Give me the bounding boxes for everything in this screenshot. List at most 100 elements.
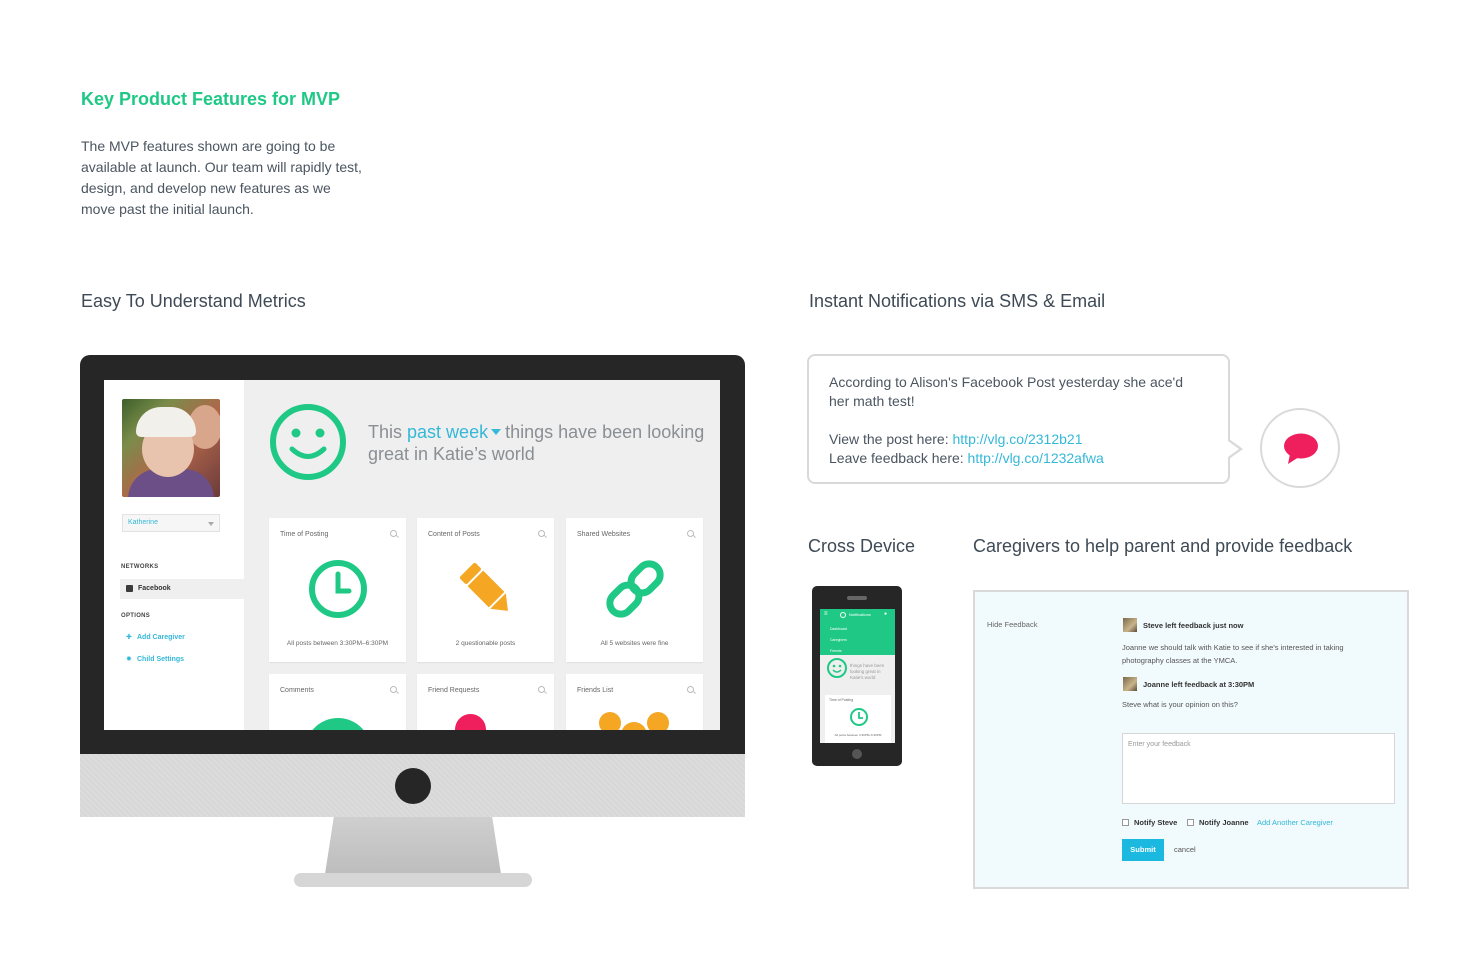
metric-card-friends-list[interactable]: Friends List (566, 674, 703, 730)
networks-label: NETWORKS (121, 564, 159, 570)
submit-button[interactable]: Submit (1122, 839, 1164, 861)
leave-feedback-label: Leave feedback here: (829, 450, 964, 466)
child-settings-label: Child Settings (137, 656, 185, 663)
card-footer: All posts between 3:30PM–6:30PM (286, 640, 389, 647)
avatar (1123, 618, 1137, 632)
notification-line-2: her math test! (829, 393, 915, 409)
zoom-icon[interactable] (538, 530, 545, 537)
feedback-1-body: Joanne we should talk with Katie to see … (1122, 643, 1344, 665)
child-select-value: Katherine (128, 519, 158, 526)
hide-feedback-toggle[interactable]: Hide Feedback (987, 620, 1037, 629)
notify-joanne-checkbox[interactable]: Notify Joanne (1187, 817, 1255, 827)
notification-line-1: According to Alison's Facebook Post yest… (829, 374, 1183, 390)
menu-icon[interactable]: ≡ (824, 611, 828, 617)
metric-card-comments[interactable]: Comments (269, 674, 406, 730)
card-title: Friend Requests (428, 687, 480, 694)
notification-feedback-row: Leave feedback here: http://vlg.co/1232a… (829, 449, 1104, 468)
zoom-icon[interactable] (538, 686, 545, 693)
zoom-icon[interactable] (687, 686, 694, 693)
add-caregiver-label: Add Caregiver (137, 634, 185, 641)
add-caregiver-link[interactable]: ✚ Add Caregiver (126, 633, 236, 645)
date-range-dropdown[interactable]: past week (407, 422, 505, 442)
card-footer: All posts between 3:30PM–6:30PM (834, 733, 882, 737)
mobile-phone-mockup: ≡ Notifications ● Dashboard Caregivers F… (812, 586, 902, 766)
section-title-metrics: Easy To Understand Metrics (81, 291, 306, 311)
smiley-icon (270, 404, 346, 480)
mobile-topbar-label: Notifications (849, 612, 871, 617)
metric-card-time-of-posting[interactable]: Time of Posting All posts between 3:30PM… (269, 518, 406, 662)
metric-card-content-of-posts[interactable]: Content of Posts 2 questionable posts (417, 518, 554, 662)
desktop-monitor-stand (325, 817, 501, 874)
chevron-down-icon (208, 522, 214, 526)
page-title: Key Product Features for MVP (81, 89, 341, 109)
mobile-headline: things have been looking great in Katie'… (850, 663, 885, 680)
smiley-icon (840, 612, 846, 618)
view-post-label: View the post here: (829, 431, 949, 447)
mobile-menu-item[interactable]: Caregivers (830, 638, 847, 642)
zoom-icon[interactable] (390, 686, 397, 693)
notify-steve-label: Notify Steve (1134, 818, 1178, 827)
feedback-2-body: Steve what is your opinion on this? (1122, 700, 1238, 709)
card-title: Content of Posts (428, 531, 480, 538)
link-icon (606, 560, 664, 618)
view-post-link[interactable]: http://vlg.co/2312b21 (953, 431, 1083, 447)
child-select[interactable]: Katherine (122, 514, 220, 532)
dashboard-screen: Katherine NETWORKS Facebook OPTIONS ✚ Ad… (104, 380, 720, 730)
card-footer: All 5 websites were fine (600, 640, 669, 647)
user-icon[interactable]: ● (884, 611, 887, 617)
section-title-caregivers: Caregivers to help parent and provide fe… (973, 536, 1353, 556)
child-avatar (122, 399, 220, 497)
chat-badge (1260, 408, 1340, 488)
mobile-screen: ≡ Notifications ● Dashboard Caregivers F… (820, 609, 895, 743)
checkbox[interactable] (1187, 819, 1194, 826)
plus-icon: ✚ (126, 634, 132, 641)
chat-bubble-icon (1284, 433, 1318, 464)
sidebar-item-label: Facebook (138, 585, 171, 592)
people-icon (599, 710, 671, 730)
sidebar-item-facebook[interactable]: Facebook (120, 579, 244, 599)
feedback-1-title: Steve left feedback just now (1143, 621, 1244, 630)
smiley-icon (305, 718, 371, 730)
gear-icon: ✹ (126, 656, 132, 663)
card-title: Friends List (577, 687, 614, 694)
clock-icon (850, 708, 868, 726)
clock-icon (309, 560, 367, 618)
facebook-icon (126, 585, 133, 592)
intro-paragraph: The MVP features shown are going to be a… (81, 138, 362, 217)
mobile-menu-item[interactable]: Friends (830, 649, 842, 653)
avatar (1123, 677, 1137, 691)
card-footer: 2 questionable posts (455, 640, 516, 647)
notification-view-row: View the post here: http://vlg.co/2312b2… (829, 430, 1083, 449)
dot-icon (455, 714, 486, 730)
apple-logo-icon (395, 768, 431, 804)
card-title: Time of Posting (280, 531, 329, 538)
mobile-topbar: ≡ Notifications ● (820, 609, 895, 622)
feedback-placeholder: Enter your feedback (1128, 741, 1191, 748)
card-title: Time of Posting (829, 698, 854, 702)
date-range-label: past week (407, 422, 489, 442)
smiley-icon (827, 658, 847, 678)
headline-prefix: This (368, 422, 403, 442)
zoom-icon[interactable] (687, 530, 694, 537)
caret-down-icon (491, 428, 502, 435)
checkbox[interactable] (1122, 819, 1129, 826)
add-another-caregiver-link[interactable]: Add Another Caregiver (1257, 818, 1333, 827)
cancel-link[interactable]: cancel (1174, 845, 1196, 854)
child-settings-link[interactable]: ✹ Child Settings (126, 655, 236, 667)
desktop-monitor-base (294, 873, 532, 887)
leave-feedback-link[interactable]: http://vlg.co/1232afwa (968, 450, 1104, 466)
zoom-icon[interactable] (390, 530, 397, 537)
section-title-cross-device: Cross Device (808, 536, 916, 556)
mobile-menu: Dashboard Caregivers Friends (820, 622, 895, 655)
phone-speaker (847, 596, 867, 600)
pencil-icon (459, 562, 508, 611)
metric-card-friend-requests[interactable]: Friend Requests (417, 674, 554, 730)
dashboard-headline: This past week things have been looking g… (368, 421, 708, 465)
notify-steve-checkbox[interactable]: Notify Steve (1122, 817, 1187, 827)
metric-card-shared-websites[interactable]: Shared Websites All 5 websites were fine (566, 518, 703, 662)
card-title: Shared Websites (577, 531, 631, 538)
mobile-metric-card[interactable]: Time of Posting All posts between 3:30PM… (825, 695, 891, 743)
dashboard-sidebar: Katherine NETWORKS Facebook OPTIONS ✚ Ad… (104, 380, 244, 730)
mobile-menu-item[interactable]: Dashboard (830, 627, 847, 631)
feedback-textarea[interactable]: Enter your feedback (1122, 733, 1395, 804)
